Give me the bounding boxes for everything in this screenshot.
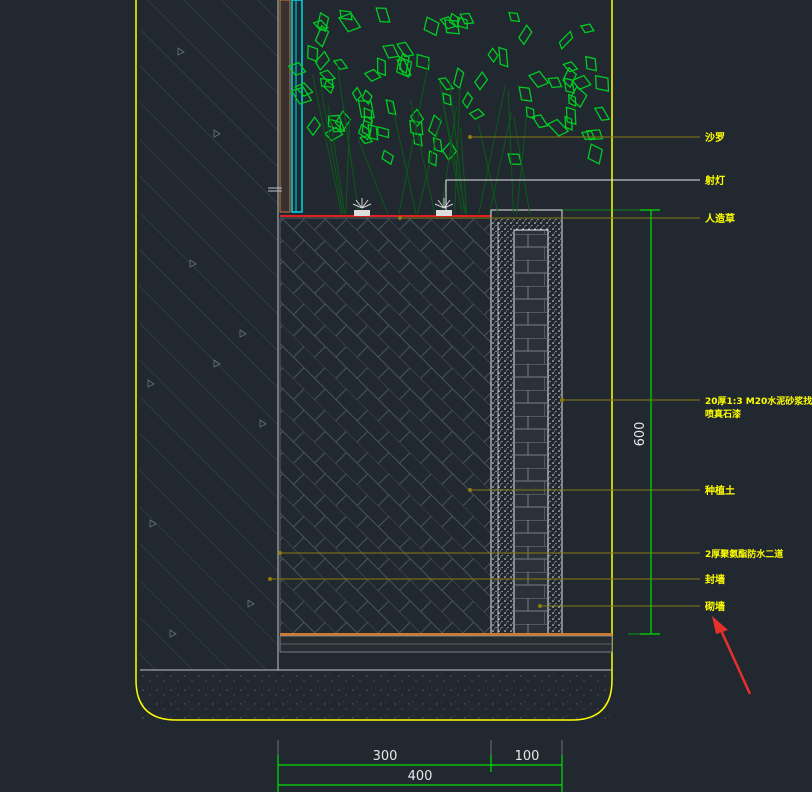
red-arrow-icon [712,616,752,695]
label-turf: 人造草 [705,212,735,225]
dimension-height: 600 [633,422,648,447]
dimension-width-right: 100 [515,749,540,764]
foundation [140,670,610,720]
dimension-width-total: 400 [408,769,433,784]
label-sealing: 封墙 [705,573,725,586]
base-orange [280,633,612,636]
existing-wall [140,0,278,670]
planting-soil [280,218,491,634]
dimension-width-left: 300 [373,749,398,764]
label-mortar: 20厚1:3 M20水泥砂浆找平 [705,395,812,407]
label-stone-paint: 喷真石漆 [705,408,741,420]
plant-icon [287,7,611,167]
lamp-icon [352,198,454,216]
label-lamp: 射灯 [704,174,725,187]
label-waterproof: 2厚聚氨酯防水二道 [705,548,783,560]
label-plant: 沙罗 [705,132,725,144]
label-soil: 种植土 [704,484,735,497]
wall-cladding [279,0,291,213]
section-drawing: 沙罗 射灯 人造草 20厚1:3 M20水泥砂浆找平 喷真石漆 种植土 2厚聚氨… [135,0,812,792]
label-brick: 砌墙 [704,600,725,613]
glass-panel [291,0,303,213]
